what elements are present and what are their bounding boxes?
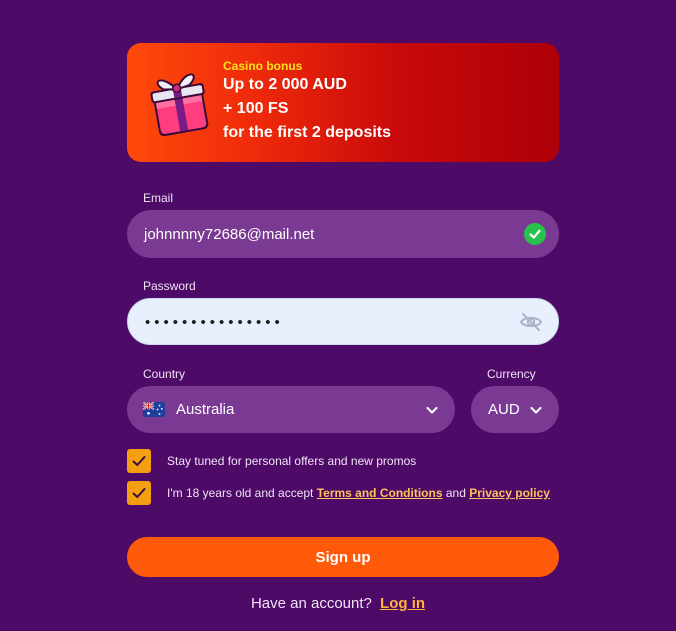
password-label: Password bbox=[143, 279, 196, 293]
offers-checkbox[interactable] bbox=[127, 449, 151, 473]
country-label: Country bbox=[143, 367, 186, 381]
terms-and: and bbox=[445, 486, 466, 500]
currency-label: Currency bbox=[487, 367, 536, 381]
checkmark-icon bbox=[132, 488, 146, 498]
terms-checkbox[interactable] bbox=[127, 481, 151, 505]
login-prompt: Have an account? Log in bbox=[0, 595, 676, 612]
eye-off-icon[interactable] bbox=[519, 310, 543, 334]
email-label: Email bbox=[143, 191, 174, 205]
banner-line-3: for the first 2 deposits bbox=[223, 124, 392, 141]
terms-consent-text: I'm 18 years old and accept Terms and Co… bbox=[167, 486, 550, 500]
country-select[interactable]: Australia bbox=[127, 386, 455, 433]
chevron-down-icon bbox=[426, 406, 438, 413]
chevron-down-icon bbox=[530, 406, 542, 413]
terms-prefix: I'm 18 years old and accept bbox=[167, 486, 314, 500]
casino-bonus-banner: Casino bonus Up to 2 000 AUD + 100 FS fo… bbox=[127, 43, 559, 162]
terms-link[interactable]: Terms and Conditions bbox=[317, 486, 443, 500]
banner-line-1: Up to 2 000 AUD bbox=[223, 76, 347, 93]
offers-consent-text: Stay tuned for personal offers and new p… bbox=[167, 454, 417, 468]
banner-kicker: Casino bonus bbox=[223, 59, 303, 73]
gift-box-icon bbox=[150, 73, 209, 137]
privacy-link[interactable]: Privacy policy bbox=[469, 486, 550, 500]
sign-up-button[interactable]: Sign up bbox=[127, 537, 559, 577]
email-field[interactable]: johnnnny72686@mail.net bbox=[127, 210, 559, 258]
password-field[interactable]: ••••••••••••••• bbox=[127, 298, 559, 345]
banner-line-2: + 100 FS bbox=[223, 100, 289, 117]
currency-value: AUD bbox=[488, 401, 520, 418]
check-circle-icon bbox=[524, 223, 546, 245]
have-account-text: Have an account? bbox=[250, 595, 372, 612]
australia-flag-icon bbox=[143, 402, 165, 417]
log-in-link[interactable]: Log in bbox=[380, 595, 425, 612]
currency-select[interactable]: AUD bbox=[471, 386, 559, 433]
email-value: johnnnny72686@mail.net bbox=[144, 225, 315, 243]
terms-consent-row: I'm 18 years old and accept Terms and Co… bbox=[127, 481, 550, 505]
checkmark-icon bbox=[132, 456, 146, 466]
banner-text: Casino bonus Up to 2 000 AUD + 100 FS fo… bbox=[223, 59, 391, 145]
country-value: Australia bbox=[176, 401, 235, 418]
signup-page: Casino bonus Up to 2 000 AUD + 100 FS fo… bbox=[0, 0, 676, 631]
password-value: ••••••••••••••• bbox=[145, 314, 284, 331]
offers-consent-row: Stay tuned for personal offers and new p… bbox=[127, 449, 416, 473]
